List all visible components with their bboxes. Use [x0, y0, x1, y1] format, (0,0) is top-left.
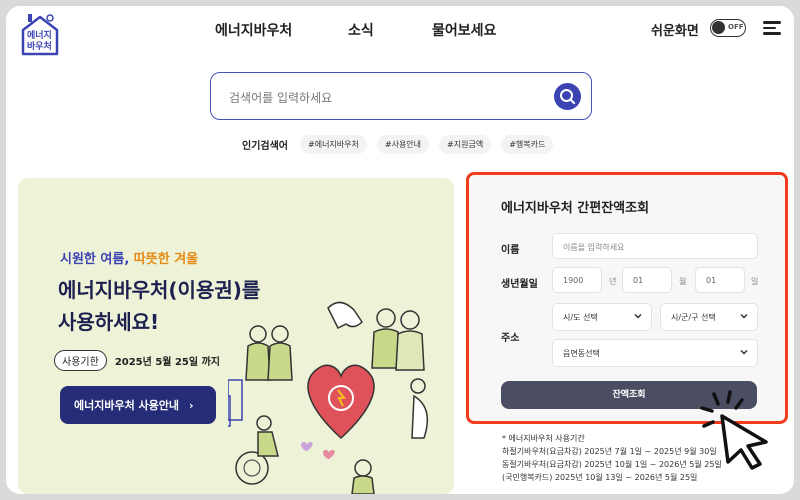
sigungu-select-value: 시/군/구 선택: [671, 313, 716, 322]
search-icon: [560, 89, 576, 105]
panel-title: 에너지바우처 간편잔액조회: [501, 201, 650, 216]
usage-guide-label: 에너지바우처 사용안내: [74, 399, 180, 412]
notes-line: (국민행복카드) 2025년 10월 13일 ~ 2026년 5월 25일: [502, 473, 698, 482]
birth-day-input[interactable]: 01: [695, 267, 745, 293]
page: 에너지바우처 에너지바우처 소식 물어보세요 쉬운화면 OFF 검색어를 입력하…: [6, 6, 794, 494]
year-unit: 년: [609, 277, 617, 286]
subtitle-winter: 따뜻한 겨울: [133, 252, 199, 267]
nav-ask[interactable]: 물어보세요: [432, 20, 496, 40]
hamburger-icon[interactable]: [763, 21, 781, 35]
nav-energy-voucher[interactable]: 에너지바우처: [215, 20, 292, 40]
search-box[interactable]: 검색어를 입력하세요: [210, 72, 592, 120]
nav-news[interactable]: 소식: [348, 20, 374, 40]
usage-period: 사용기한 2025년 5월 25일 까지: [54, 350, 220, 371]
logo-text: 에너지바우처: [27, 31, 52, 52]
click-cursor-icon: [700, 390, 768, 470]
name-label: 이름: [501, 245, 520, 256]
popular-search: 인기검색어 #에너지바우처 #사용안내 #지원금액 #행복카드: [242, 134, 563, 154]
day-unit: 일: [751, 277, 759, 286]
banner-subtitle: 시원한 여름, 따뜻한 겨울: [60, 248, 198, 267]
chevron-down-icon: [634, 313, 642, 319]
sido-select-value: 시/도 선택: [563, 313, 598, 322]
usage-period-notes: * 에너지바우처 사용기간 하절기바우처(요금차감) 2025년 7월 1일 ~…: [502, 432, 722, 484]
energy-heart-illustration: [228, 301, 429, 494]
chevron-down-icon: [740, 313, 748, 319]
notes-line: 동절기바우처(요금차감) 2025년 10월 1일 ~ 2026년 5월 25일: [502, 460, 722, 469]
subtitle-summer: 시원한 여름,: [60, 252, 130, 267]
promo-banner: 시원한 여름, 따뜻한 겨울 에너지바우처(이용권)를 사용하세요! 사용기한 …: [18, 178, 454, 494]
search-input[interactable]: 검색어를 입력하세요: [229, 89, 332, 106]
name-input[interactable]: 이름을 입력하세요: [552, 233, 758, 259]
logo[interactable]: 에너지바우처: [20, 12, 60, 56]
easy-view-label: 쉬운화면: [651, 24, 699, 39]
birth-month-input[interactable]: 01: [622, 267, 672, 293]
search-button[interactable]: [554, 83, 581, 110]
popular-tag[interactable]: #행복카드: [501, 134, 554, 154]
period-value: 2025년 5월 25일 까지: [114, 357, 220, 368]
popular-label: 인기검색어: [242, 140, 288, 152]
popular-tag[interactable]: #지원금액: [439, 134, 492, 154]
easy-view-toggle[interactable]: OFF: [710, 19, 746, 37]
sido-select[interactable]: 시/도 선택: [552, 303, 652, 331]
dong-select[interactable]: 읍면동선택: [552, 339, 758, 367]
chevron-right-icon: ›: [189, 398, 194, 412]
popular-tag[interactable]: #에너지바우처: [300, 134, 367, 154]
sigungu-select[interactable]: 시/군/구 선택: [660, 303, 758, 331]
birth-year-input[interactable]: 1900: [552, 267, 602, 293]
chevron-down-icon: [740, 349, 748, 355]
address-label: 주소: [501, 333, 520, 344]
popular-tag[interactable]: #사용안내: [376, 134, 430, 154]
notes-header: * 에너지바우처 사용기간: [502, 434, 585, 443]
notes-line: 하절기바우처(요금차감) 2025년 7월 1일 ~ 2025년 9월 30일: [502, 447, 717, 456]
toggle-state: OFF: [728, 23, 744, 31]
dong-select-value: 읍면동선택: [563, 349, 600, 358]
birth-label: 생년월일: [501, 279, 538, 290]
toggle-knob: [712, 21, 725, 34]
usage-guide-button[interactable]: 에너지바우처 사용안내 ›: [60, 386, 216, 424]
month-unit: 월: [679, 277, 687, 286]
period-badge: 사용기한: [54, 350, 107, 371]
